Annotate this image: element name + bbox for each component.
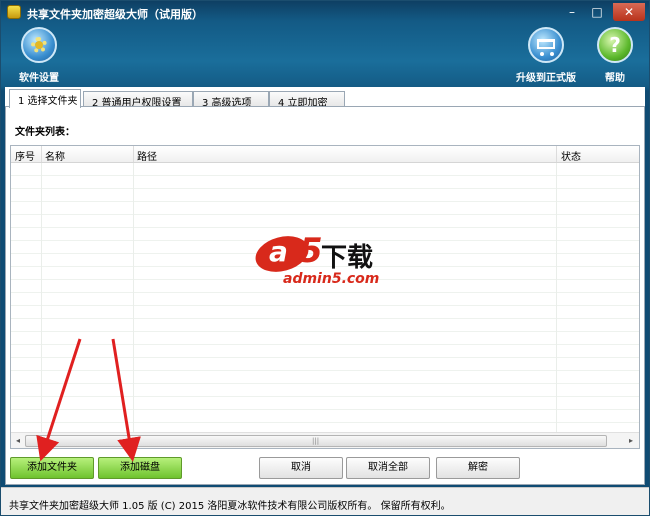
tab-advanced-options[interactable]: 3 高级选项 (193, 91, 269, 109)
close-button[interactable]: ✕ (613, 3, 645, 21)
column-header-index[interactable]: 序号 (15, 148, 35, 163)
help-label: 帮助 (605, 73, 625, 84)
app-window: 共享文件夹加密超级大师（试用版） – □ ✕ 软件设置 升级到正式版 ? 帮助 (0, 0, 650, 516)
settings-label: 软件设置 (19, 73, 59, 84)
upgrade-button[interactable]: 升级到正式版 (513, 27, 579, 84)
copyright-text: 共享文件夹加密超级大师 1.05 版 (C) 2015 洛阳夏冰软件技术有限公司… (9, 501, 451, 512)
gear-icon (21, 27, 57, 63)
add-disk-button[interactable]: 添加磁盘 (98, 457, 182, 479)
cart-icon (528, 27, 564, 63)
folder-list[interactable]: 序号 名称 路径 状态 ◂ ||| ▸ (10, 145, 640, 449)
folder-list-label: 文件夹列表： (15, 127, 75, 138)
decrypt-button[interactable]: 解密 (436, 457, 520, 479)
cancel-button[interactable]: 取消 (259, 457, 343, 479)
list-header: 序号 名称 路径 状态 (11, 146, 639, 163)
watermark-logo: a 5 下载 admin5.com (251, 230, 395, 291)
minimize-button[interactable]: – (561, 3, 583, 21)
tab-user-permissions[interactable]: 2 普通用户权限设置 (83, 91, 193, 109)
list-body[interactable] (11, 163, 639, 432)
scroll-left-icon[interactable]: ◂ (12, 435, 24, 447)
upgrade-label: 升级到正式版 (516, 73, 576, 84)
tab-select-folder[interactable]: 1 选择文件夹 (9, 89, 81, 108)
column-header-status[interactable]: 状态 (561, 148, 581, 163)
cancel-all-button[interactable]: 取消全部 (346, 457, 430, 479)
watermark-xiazai: 下载 (321, 243, 374, 273)
tab-panel: 文件夹列表： 序号 名称 路径 状态 ◂ ||| ▸ 添加文件夹 添加磁盘 取消… (5, 106, 645, 485)
column-header-name[interactable]: 名称 (45, 148, 65, 163)
watermark-five: 5 (299, 231, 323, 271)
scrollbar-thumb[interactable]: ||| (25, 435, 607, 447)
window-title: 共享文件夹加密超级大师（试用版） (27, 8, 203, 21)
title-bar: 共享文件夹加密超级大师（试用版） – □ ✕ (1, 1, 649, 25)
settings-button[interactable]: 软件设置 (13, 27, 65, 84)
tab-strip: 1 选择文件夹 2 普通用户权限设置 3 高级选项 4 立即加密 (5, 89, 645, 109)
watermark-a: a (269, 235, 288, 268)
help-button[interactable]: ? 帮助 (595, 27, 635, 84)
help-icon: ? (597, 27, 633, 63)
add-folder-button[interactable]: 添加文件夹 (10, 457, 94, 479)
horizontal-scrollbar[interactable]: ◂ ||| ▸ (11, 432, 639, 448)
maximize-button[interactable]: □ (586, 3, 608, 21)
status-bar: 共享文件夹加密超级大师 1.05 版 (C) 2015 洛阳夏冰软件技术有限公司… (1, 487, 649, 515)
toolbar: 软件设置 升级到正式版 ? 帮助 (1, 25, 649, 87)
column-header-path[interactable]: 路径 (137, 148, 157, 163)
watermark-url: admin5.com (283, 271, 380, 287)
app-icon (7, 5, 21, 19)
tab-encrypt-now[interactable]: 4 立即加密 (269, 91, 345, 109)
scrollbar-grip: ||| (312, 437, 320, 445)
scroll-right-icon[interactable]: ▸ (625, 435, 637, 447)
